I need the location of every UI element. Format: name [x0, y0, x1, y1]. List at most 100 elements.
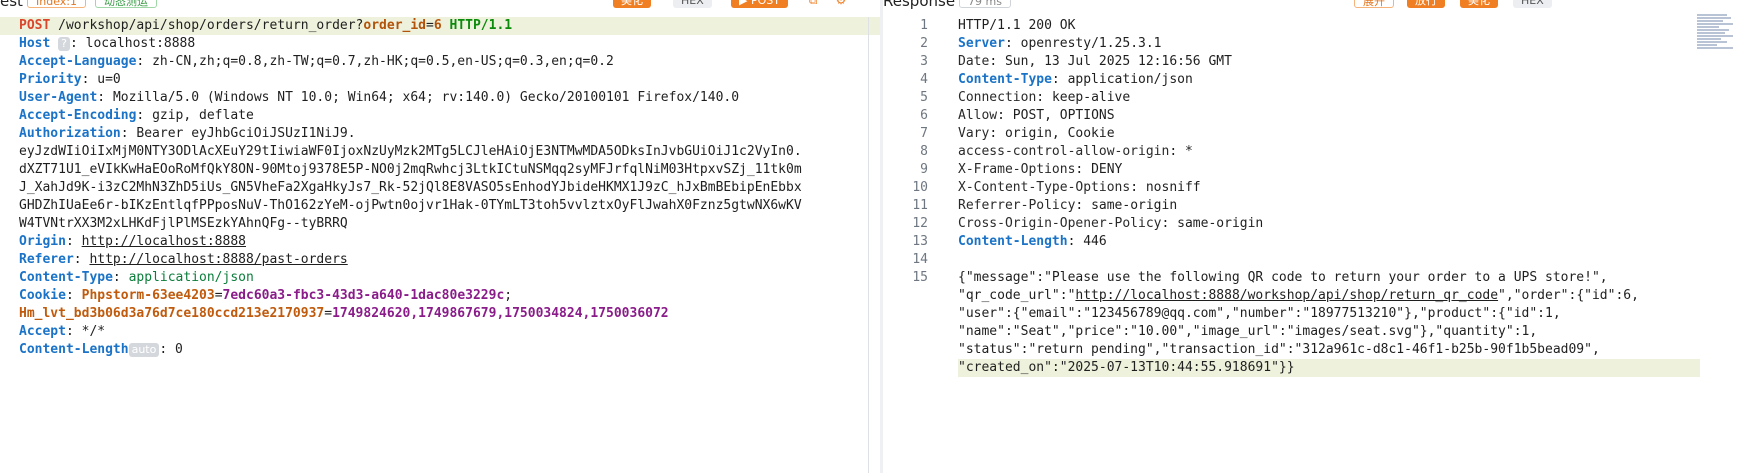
- line-number: 5: [920, 90, 928, 105]
- header-name: Server: [958, 36, 1005, 51]
- cookie-continuation: Hm_lvt_bd3b06d3a76d7ce180ccd213e2170937=…: [19, 306, 669, 321]
- header-name: Accept-Encoding: [19, 108, 137, 123]
- line-number: 11: [912, 198, 928, 213]
- send-button[interactable]: ▶ POST: [731, 0, 788, 8]
- origin-link[interactable]: http://localhost:8888: [82, 234, 246, 249]
- expand-button[interactable]: 展开: [1354, 0, 1394, 8]
- header-name: Allow: [958, 108, 998, 123]
- query-param-name: order_id: [363, 18, 427, 33]
- request-pane: est Index:1 动态测运 美化 HEX ▶ POST ⧉ ⚙ POST …: [0, 0, 880, 473]
- response-line: "qr_code_url":"http://localhost:8888/wor…: [883, 287, 1742, 305]
- auto-tag[interactable]: 动态测运: [95, 0, 157, 8]
- json-key: "qr_code_url":": [958, 288, 1076, 303]
- header-name: Content-Type: [19, 270, 113, 285]
- header-name: X-Content-Type-Options: [958, 180, 1131, 195]
- json-body-line: "user":{"email":"123456789@qq.com","numb…: [958, 306, 1561, 321]
- response-header-bar: Response 79 ms 展开 放行 美化 HEX: [883, 0, 1742, 10]
- header-line-cookie: Cookie: Phpstorm-63ee4203=7edc60a3-fbc3-…: [19, 288, 520, 303]
- header-value: 0: [175, 342, 183, 357]
- auth-token-continuation: J_XahJd9K-i3zC2MhN3ZhD5iUs_GN5VheFa2XgaH…: [19, 180, 802, 195]
- response-title: Response: [883, 0, 956, 10]
- auth-token-continuation: GHDZhIUaEe6r-bIKzEntlqfPPposNuV-ThO162zY…: [19, 198, 802, 213]
- header-separator: :: [69, 36, 78, 51]
- http-method: POST: [19, 18, 51, 33]
- index-tag[interactable]: Index:1: [27, 0, 86, 8]
- header-name: Content-Length: [958, 234, 1068, 249]
- line-number: 10: [912, 180, 928, 195]
- response-line: 11 Referrer-Policy: same-origin: [883, 197, 1742, 215]
- header-value: same-origin: [1177, 216, 1264, 231]
- header-name: Host: [19, 36, 51, 51]
- header-name: access-control-allow-origin: [958, 144, 1170, 159]
- header-line-content-type: Content-Type: application/json: [19, 270, 254, 285]
- header-value: DENY: [1091, 162, 1123, 177]
- header-name: Cross-Origin-Opener-Policy: [958, 216, 1162, 231]
- response-line: 4 Content-Type: application/json: [883, 71, 1742, 89]
- response-hex-button[interactable]: HEX: [1513, 0, 1552, 8]
- header-line-origin: Origin: http://localhost:8888: [19, 234, 246, 249]
- header-value: application/json: [128, 270, 254, 285]
- request-path: /workshop/api/shop/orders/return_order?: [58, 18, 364, 33]
- response-beautify-button[interactable]: 美化: [1460, 0, 1498, 8]
- response-line: 9 X-Frame-Options: DENY: [883, 161, 1742, 179]
- response-line: 7 Vary: origin, Cookie: [883, 125, 1742, 143]
- header-name: Cookie: [19, 288, 66, 303]
- status-line: HTTP/1.1 200 OK: [958, 18, 1076, 33]
- request-header-bar: est Index:1 动态测运 美化 HEX ▶ POST ⧉ ⚙: [0, 0, 880, 10]
- response-line-highlighted: "created_on":"2025-07-13T10:44:55.918691…: [958, 359, 1700, 377]
- auth-token-continuation: eyJzdWIiOiIxMjM0NTY3ODlAcXEuY29tIiwiaWF0…: [19, 144, 802, 159]
- line-number: 7: [920, 126, 928, 141]
- request-line: POST /workshop/api/shop/orders/return_or…: [0, 17, 880, 35]
- header-name: Vary: [958, 126, 990, 141]
- response-line: 6 Allow: POST, OPTIONS: [883, 107, 1742, 125]
- query-param-value: 6: [433, 18, 442, 33]
- line-number: 13: [912, 234, 928, 249]
- auto-length-tag[interactable]: auto: [128, 343, 160, 357]
- qr-code-link[interactable]: http://localhost:8888/workshop/api/shop/…: [1075, 288, 1498, 303]
- hex-button[interactable]: HEX: [673, 0, 712, 8]
- copy-icon[interactable]: ⧉: [805, 0, 821, 8]
- header-value: */*: [81, 324, 106, 339]
- query-equals: =: [426, 18, 434, 33]
- response-line: 15 {"message":"Please use the following Q…: [883, 269, 1742, 287]
- json-body-fragment: ","order":{"id":6,: [1498, 288, 1639, 303]
- http-protocol: HTTP/1.1: [449, 18, 513, 33]
- line-number: 9: [920, 162, 928, 177]
- request-scrollbar[interactable]: [868, 17, 869, 473]
- header-name: Accept-Language: [19, 54, 137, 69]
- header-line-referer: Referer: http://localhost:8888/past-orde…: [19, 252, 348, 267]
- header-line-authorization: Authorization: Bearer eyJhbGciOiJSUzI1Ni…: [19, 126, 356, 141]
- cookie-name: Phpstorm-63ee4203: [81, 288, 215, 303]
- header-name: User-Agent: [19, 90, 98, 105]
- json-body-line: "name":"Seat","price":"10.00","image_url…: [958, 324, 1538, 339]
- auth-token-continuation: dXZT71U1_eVIkKwHaEOoRoMfQkY8ON-90Mtoj937…: [19, 162, 802, 177]
- header-value: same-origin: [1091, 198, 1178, 213]
- header-value: application/json: [1067, 72, 1193, 87]
- header-line-content-length: Content-Length auto: 0: [19, 342, 183, 357]
- host-tag[interactable]: ?: [58, 37, 70, 51]
- response-line: 3 Date: Sun, 13 Jul 2025 12:16:56 GMT: [883, 53, 1742, 71]
- response-line: 14: [883, 251, 1742, 269]
- header-line-host: Host ?: localhost:8888: [0, 35, 880, 53]
- header-name: Content-Length: [19, 342, 129, 357]
- line-number: 1: [920, 18, 928, 33]
- header-name: Date: [958, 54, 990, 69]
- header-value: zh-CN,zh;q=0.8,zh-TW;q=0.7,zh-HK;q=0.5,e…: [152, 54, 614, 69]
- response-line: 12 Cross-Origin-Opener-Policy: same-origi…: [883, 215, 1742, 233]
- auth-token-continuation: W4TVNtrXX3M2xLHKdFjlPlMSEzkYAhnQFg--tyBR…: [19, 216, 348, 231]
- line-number: 3: [920, 54, 928, 69]
- beautify-button[interactable]: 美化: [613, 0, 651, 8]
- response-minimap[interactable]: [1697, 14, 1733, 52]
- header-value: keep-alive: [1051, 90, 1131, 105]
- header-value: localhost:8888: [85, 36, 196, 51]
- cookie-value: 1749824620,1749867679,1750034824,1750036…: [332, 306, 669, 321]
- referer-link[interactable]: http://localhost:8888/past-orders: [89, 252, 347, 267]
- response-line: 5 Connection: keep-alive: [883, 89, 1742, 107]
- header-name: Connection: [958, 90, 1037, 105]
- gear-icon[interactable]: ⚙: [833, 0, 849, 8]
- response-line: "name":"Seat","price":"10.00","image_url…: [883, 323, 1742, 341]
- header-line: Accept-Encoding: gzip, deflate: [19, 108, 254, 123]
- cookie-value: 7edc60a3-fbc3-43d3-a640-1dac80e3229c: [222, 288, 505, 303]
- header-value: *: [1184, 144, 1193, 159]
- release-button[interactable]: 放行: [1407, 0, 1445, 8]
